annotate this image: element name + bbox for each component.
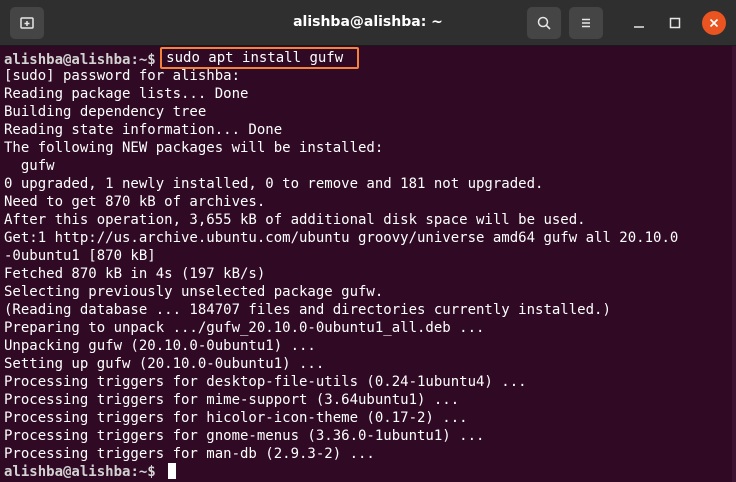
output-line: Fetched 870 kB in 4s (197 kB/s): [4, 266, 266, 282]
search-icon: [537, 16, 551, 30]
window-title: alishba@alishba: ~: [293, 14, 443, 30]
output-line: Preparing to unpack .../gufw_20.10.0-0ub…: [4, 320, 485, 336]
output-line: 0 upgraded, 1 newly installed, 0 to remo…: [4, 176, 544, 192]
close-icon: [709, 18, 719, 28]
output-line: [sudo] password for alishba:: [4, 68, 241, 84]
minimize-icon: [634, 26, 644, 28]
minimize-button[interactable]: [629, 13, 649, 33]
output-line: Processing triggers for gnome-menus (3.3…: [4, 428, 485, 444]
output-line: gufw: [4, 158, 55, 174]
highlighted-command: sudo apt install gufw: [160, 47, 360, 69]
command-line: alishba@alishba:~$ sudo apt install gufw: [4, 47, 736, 69]
text-cursor: [168, 463, 177, 479]
maximize-icon: [669, 17, 681, 29]
output-line: Reading package lists... Done: [4, 86, 249, 102]
prompt-path: :~$: [130, 52, 165, 68]
prompt-path: :~$: [130, 464, 165, 480]
search-button[interactable]: [527, 7, 561, 39]
output-line: Processing triggers for man-db (2.9.3-2)…: [4, 446, 375, 462]
scrollbar[interactable]: [732, 46, 736, 482]
prompt-user: alishba@alishba: [4, 464, 131, 480]
output-line: After this operation, 3,655 kB of additi…: [4, 212, 586, 228]
output-line: Building dependency tree: [4, 104, 207, 120]
output-line: (Reading database ... 184707 files and d…: [4, 302, 611, 318]
menu-button[interactable]: [569, 7, 603, 39]
output-line: Processing triggers for hicolor-icon-the…: [4, 410, 468, 426]
active-prompt-line[interactable]: alishba@alishba:~$: [4, 463, 736, 481]
output-line: Processing triggers for desktop-file-uti…: [4, 374, 527, 390]
output-line: Selecting previously unselected package …: [4, 284, 384, 300]
output-line: Need to get 870 kB of archives.: [4, 194, 266, 210]
output-line: Unpacking gufw (20.10.0-0ubuntu1) ...: [4, 338, 316, 354]
output-lines: [sudo] password for alishba: Reading pack…: [4, 67, 736, 463]
terminal-window: alishba@alishba: ~ alishba@alishba:~$ su…: [0, 0, 736, 482]
prompt-user: alishba@alishba: [4, 52, 131, 68]
title-bar[interactable]: alishba@alishba: ~: [0, 0, 736, 46]
output-line: Processing triggers for mime-support (3.…: [4, 392, 460, 408]
output-line: The following NEW packages will be insta…: [4, 140, 384, 156]
output-line: Reading state information... Done: [4, 122, 283, 138]
output-line: Setting up gufw (20.10.0-0ubuntu1) ...: [4, 356, 325, 372]
maximize-button[interactable]: [665, 13, 685, 33]
hamburger-menu-icon: [582, 18, 590, 28]
output-line: -0ubuntu1 [870 kB]: [4, 248, 156, 264]
terminal-output[interactable]: alishba@alishba:~$ sudo apt install gufw…: [0, 46, 736, 482]
output-line: Get:1 http://us.archive.ubuntu.com/ubunt…: [4, 230, 679, 246]
close-button[interactable]: [702, 11, 726, 35]
